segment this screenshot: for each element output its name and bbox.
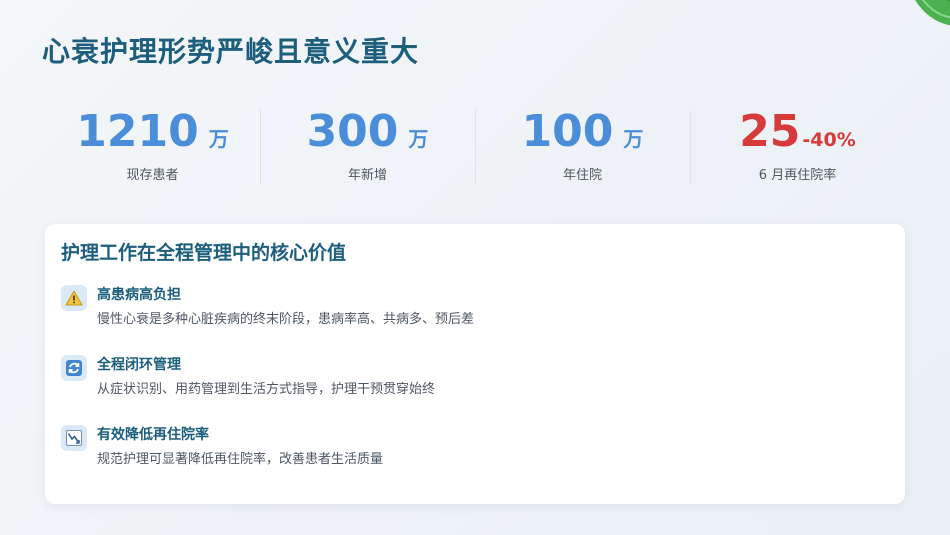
- value-item-desc: 慢性心衰是多种心脏疾病的终末阶段，患病率高、共病多、预后差: [97, 312, 475, 327]
- stat-label: 年住院: [562, 168, 602, 183]
- value-item-text: 有效降低再住院率 规范护理可显著降低再住院率，改善患者生活质量: [97, 425, 383, 469]
- core-value-card: 护理工作在全程管理中的核心价值 高患病高负担 慢性心衰是多种心脏疾病的终末阶段，…: [45, 224, 905, 504]
- value-item-text: 高患病高负担 慢性心衰是多种心脏疾病的终末阶段，患病率高、共病多、预后差: [97, 285, 474, 329]
- value-item-text: 全程闭环管理 从症状识别、用药管理到生活方式指导，护理干预贯穿始终: [97, 355, 435, 399]
- leaf-icon: [915, 0, 950, 26]
- stat-label: 年新增: [347, 168, 387, 183]
- stat-unit: -40%: [802, 129, 856, 151]
- stat-unit: 万: [408, 127, 429, 151]
- value-item-title: 有效降低再住院率: [97, 427, 209, 443]
- stat-value: 300 万: [307, 104, 429, 160]
- stat-unit: 万: [208, 127, 229, 151]
- value-item-title: 全程闭环管理: [97, 357, 181, 373]
- stat-number: 1210: [76, 106, 199, 157]
- stat-value: 25 -40%: [739, 104, 856, 160]
- trend-down-icon: [61, 425, 87, 451]
- stat-value: 1210 万: [76, 104, 228, 160]
- stat-readmission-rate: 25 -40% 6 月再住院率: [690, 104, 905, 190]
- stats-row: 1210 万 现存患者 300 万 年新增 100 万 年住院 25 -40% …: [45, 104, 905, 190]
- card-title: 护理工作在全程管理中的核心价值: [61, 242, 347, 264]
- stat-annual-hospitalized: 100 万 年住院: [475, 104, 690, 190]
- value-item-closed-loop: 全程闭环管理 从症状识别、用药管理到生活方式指导，护理干预贯穿始终: [61, 355, 889, 399]
- stat-number: 25: [739, 106, 801, 157]
- warning-icon: [61, 285, 87, 311]
- stat-current-patients: 1210 万 现存患者: [45, 104, 260, 190]
- stat-number: 100: [521, 106, 614, 157]
- stat-unit: 万: [623, 127, 644, 151]
- page-title: 心衰护理形势严峻且意义重大: [42, 35, 420, 68]
- stat-annual-new: 300 万 年新增: [260, 104, 475, 190]
- cycle-icon: [61, 355, 87, 381]
- value-item-readmission: 有效降低再住院率 规范护理可显著降低再住院率，改善患者生活质量: [61, 425, 889, 469]
- stat-label: 现存患者: [126, 168, 179, 183]
- stat-label: 6 月再住院率: [758, 168, 837, 183]
- value-item-title: 高患病高负担: [97, 287, 181, 303]
- stat-value: 100 万: [522, 104, 644, 160]
- value-item-desc: 从症状识别、用药管理到生活方式指导，护理干预贯穿始终: [97, 382, 436, 397]
- value-item-desc: 规范护理可显著降低再住院率，改善患者生活质量: [97, 452, 384, 467]
- stat-number: 300: [306, 106, 399, 157]
- value-item-burden: 高患病高负担 慢性心衰是多种心脏疾病的终末阶段，患病率高、共病多、预后差: [61, 285, 889, 329]
